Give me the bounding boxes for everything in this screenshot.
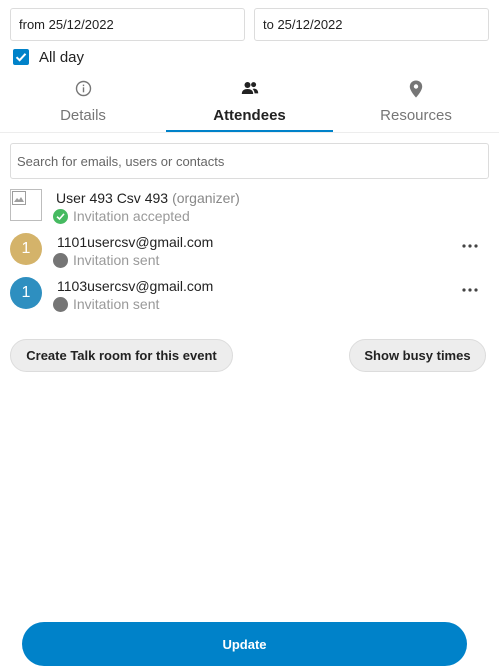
update-button[interactable]: Update xyxy=(22,622,467,666)
status-text: Invitation sent xyxy=(73,252,160,268)
attendee-status: Invitation sent xyxy=(53,296,159,312)
info-icon xyxy=(0,80,166,98)
people-icon xyxy=(166,80,333,98)
avatar: 1 xyxy=(10,233,42,265)
attendee-name: User 493 Csv 493 (organizer) xyxy=(56,190,240,206)
more-options-button[interactable] xyxy=(459,239,481,253)
ellipsis-icon xyxy=(462,288,478,292)
more-options-button[interactable] xyxy=(459,283,481,297)
all-day-toggle[interactable]: All day xyxy=(13,47,84,67)
date-row: from 25/12/2022 to 25/12/2022 xyxy=(10,8,489,41)
attendee-row: User 493 Csv 493 (organizer) Invitation a… xyxy=(10,189,489,229)
tab-resources[interactable]: Resources xyxy=(333,76,499,133)
attendee-status: Invitation sent xyxy=(53,252,159,268)
create-talk-room-button[interactable]: Create Talk room for this event xyxy=(10,339,233,372)
start-date-field[interactable]: from 25/12/2022 xyxy=(10,8,245,41)
location-pin-icon xyxy=(333,80,499,98)
tab-resources-label: Resources xyxy=(380,107,452,124)
tab-bar: Details Attendees Resources xyxy=(0,76,499,133)
check-circle-icon xyxy=(53,208,68,224)
end-date-field[interactable]: to 25/12/2022 xyxy=(254,8,489,41)
attendee-status: Invitation accepted xyxy=(53,208,190,224)
attendee-name-text: User 493 Csv 493 xyxy=(56,190,169,206)
active-tab-underline xyxy=(166,130,333,132)
tab-attendees-label: Attendees xyxy=(213,107,286,124)
all-day-label: All day xyxy=(39,48,85,66)
attendee-row: 1 1103usercsv@gmail.com Invitation sent xyxy=(10,277,489,317)
checkbox-checked-icon[interactable] xyxy=(13,49,29,65)
status-text: Invitation accepted xyxy=(73,208,190,224)
attendee-row: 1 1101usercsv@gmail.com Invitation sent xyxy=(10,233,489,273)
tab-details[interactable]: Details xyxy=(0,76,166,133)
tab-details-label: Details xyxy=(60,107,106,124)
pending-circle-icon xyxy=(53,296,68,312)
organizer-label: (organizer) xyxy=(172,190,240,206)
attendee-name: 1101usercsv@gmail.com xyxy=(57,234,214,250)
tab-attendees[interactable]: Attendees xyxy=(166,76,333,133)
attendee-name: 1103usercsv@gmail.com xyxy=(57,278,214,294)
status-text: Invitation sent xyxy=(73,296,160,312)
search-input[interactable] xyxy=(10,143,489,179)
ellipsis-icon xyxy=(462,244,478,248)
pending-circle-icon xyxy=(53,252,68,268)
avatar: 1 xyxy=(10,277,42,309)
show-busy-times-button[interactable]: Show busy times xyxy=(349,339,486,372)
broken-image-avatar xyxy=(10,189,42,221)
